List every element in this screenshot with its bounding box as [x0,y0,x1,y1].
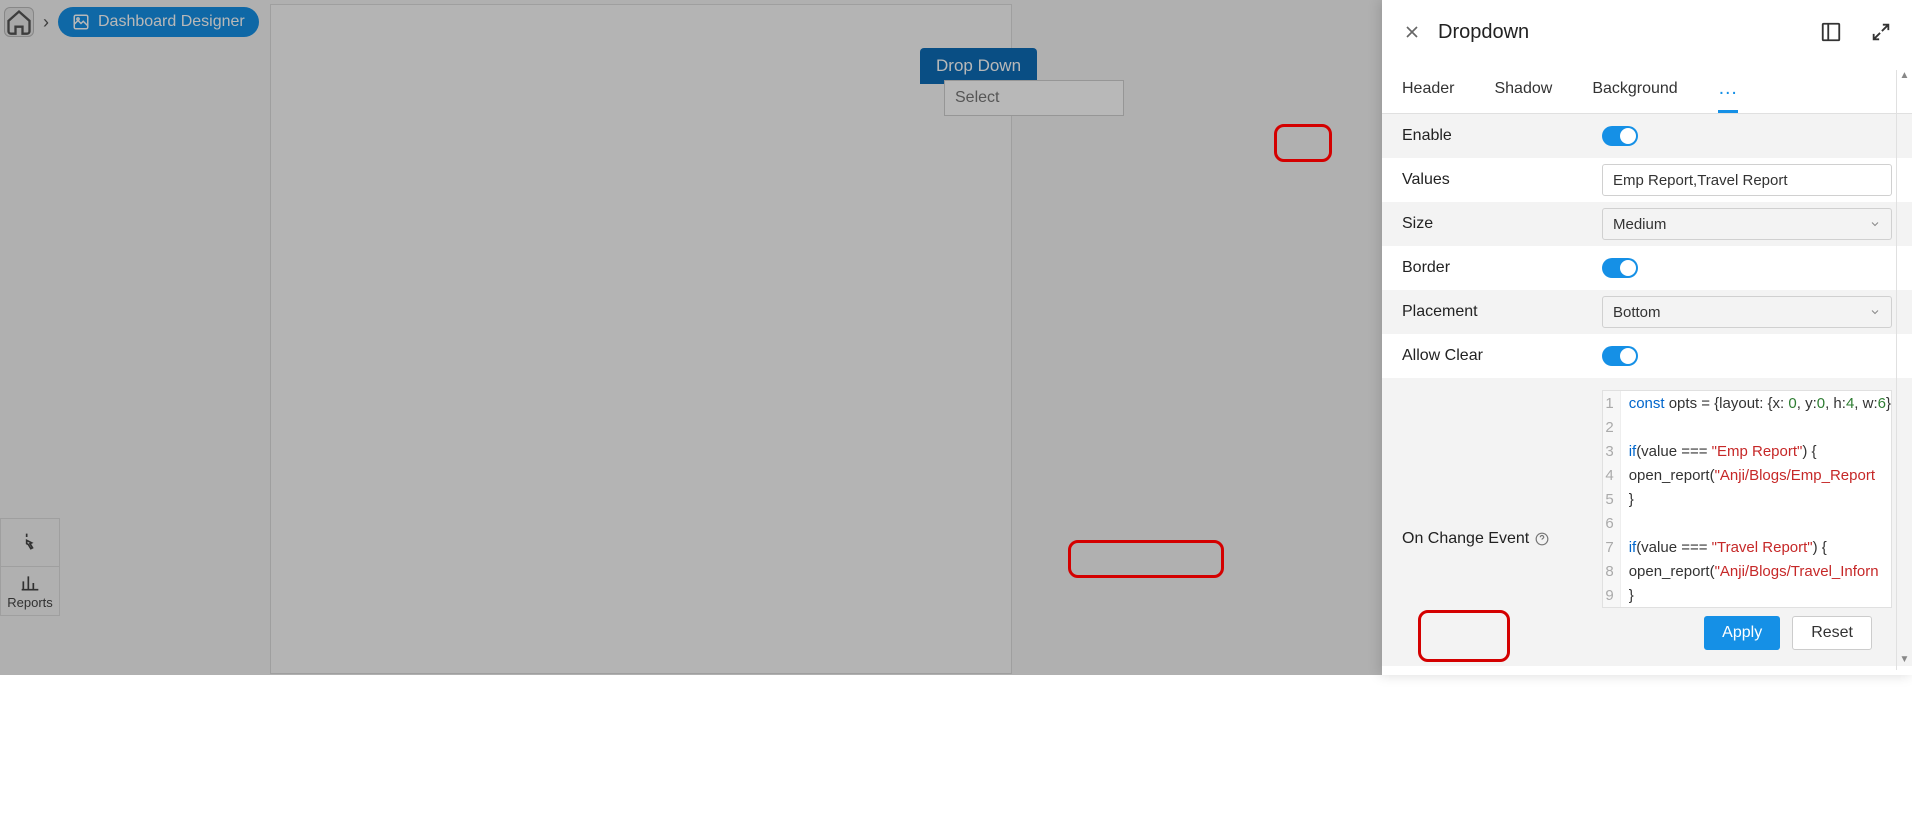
values-input[interactable] [1602,164,1892,196]
breadcrumb: › Dashboard Designer [0,4,259,40]
property-rows: Enable Values Size Medium Border Placeme… [1382,114,1912,675]
placement-label: Placement [1402,303,1602,321]
scrollbar[interactable]: ▲ ▼ [1896,70,1912,670]
breadcrumb-designer-label: Dashboard Designer [98,13,245,31]
row-border: Border [1382,246,1912,290]
tab-header[interactable]: Header [1402,80,1454,98]
code-editor[interactable]: 1const opts = {layout: {x: 0, y:0, h:4, … [1602,390,1892,608]
size-label: Size [1402,215,1602,233]
home-icon[interactable] [4,7,34,37]
widget-select[interactable]: Select [944,80,1124,116]
tab-background[interactable]: Background [1592,80,1677,98]
onchange-label: On Change Event [1402,530,1529,548]
widget-title: Drop Down [920,48,1037,84]
enable-toggle[interactable] [1602,126,1638,146]
tab-shadow[interactable]: Shadow [1494,80,1552,98]
chevron-down-icon [1869,218,1881,230]
palette-click[interactable] [1,519,59,567]
row-size: Size Medium [1382,202,1912,246]
allowclear-toggle[interactable] [1602,346,1638,366]
size-value: Medium [1613,216,1666,233]
panel-title: Dropdown [1438,21,1792,44]
allowclear-label: Allow Clear [1402,347,1602,365]
highlight-enable [1274,124,1332,162]
palette: Reports [0,518,60,616]
code-buttons: Apply Reset [1602,608,1892,654]
widget-select-placeholder: Select [955,89,999,107]
canvas-background [270,4,1012,674]
row-values: Values [1382,158,1912,202]
row-enable: Enable [1382,114,1912,158]
border-label: Border [1402,259,1602,277]
highlight-onchange [1068,540,1224,578]
enable-label: Enable [1402,127,1602,145]
help-icon[interactable] [1535,532,1549,546]
placement-select[interactable]: Bottom [1602,296,1892,328]
close-icon[interactable] [1402,22,1422,42]
highlight-apply [1418,610,1510,662]
onchange-label-wrap: On Change Event [1402,390,1602,548]
layout-icon[interactable] [1820,21,1842,43]
panel-header: Dropdown [1382,0,1912,64]
breadcrumb-designer[interactable]: Dashboard Designer [58,7,259,37]
placement-value: Bottom [1613,304,1661,321]
side-panel: Dropdown Header Shadow Background … Enab… [1382,0,1912,675]
apply-button[interactable]: Apply [1704,616,1780,650]
values-label: Values [1402,171,1602,189]
row-placement: Placement Bottom [1382,290,1912,334]
expand-icon[interactable] [1870,21,1892,43]
border-toggle[interactable] [1602,258,1638,278]
scroll-thumb[interactable] [1899,90,1911,170]
tabs: Header Shadow Background … [1382,64,1912,114]
chevron-right-icon: › [34,12,58,33]
palette-reports[interactable]: Reports [1,567,59,615]
scroll-down-icon[interactable]: ▼ [1897,654,1912,670]
tab-more[interactable]: … [1718,77,1740,100]
scroll-up-icon[interactable]: ▲ [1897,70,1912,86]
palette-reports-label: Reports [7,595,53,610]
reset-button[interactable]: Reset [1792,616,1872,650]
size-select[interactable]: Medium [1602,208,1892,240]
chevron-down-icon [1869,306,1881,318]
row-allow-clear: Allow Clear [1382,334,1912,378]
